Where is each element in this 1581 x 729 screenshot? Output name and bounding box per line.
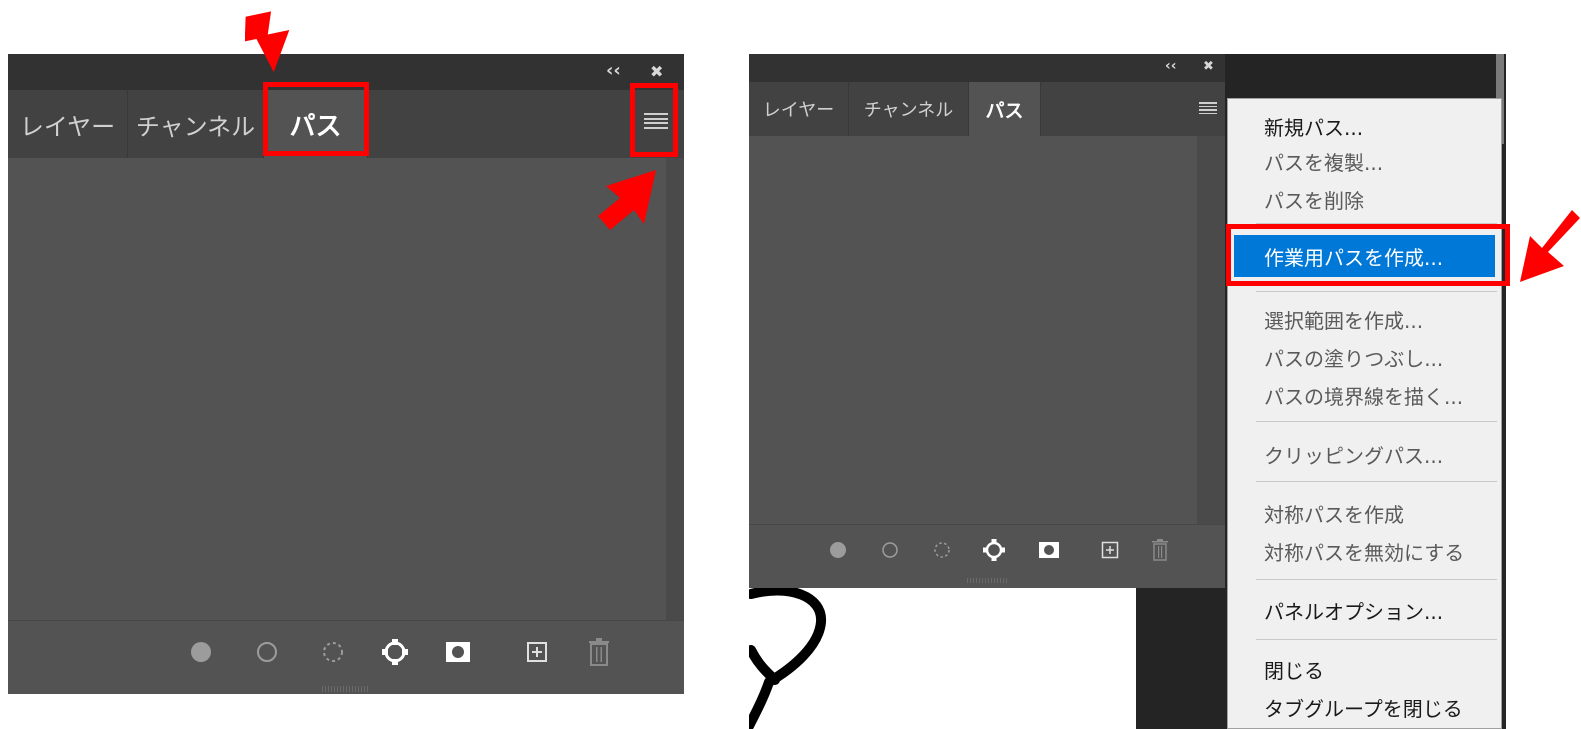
trash-icon[interactable] xyxy=(1149,537,1171,563)
new-path-icon[interactable] xyxy=(1099,539,1121,561)
arrow-down-icon xyxy=(245,11,290,73)
paths-list xyxy=(749,136,1225,524)
close-icon[interactable]: ✖ xyxy=(1203,59,1214,74)
menu-item-make-selection[interactable]: 選択範囲を作成... xyxy=(1228,299,1501,339)
trash-icon[interactable] xyxy=(586,637,612,667)
load-selection-icon[interactable] xyxy=(931,539,953,561)
menu-item-clipping-path[interactable]: クリッピングパス... xyxy=(1228,433,1501,475)
paths-panel-flyout-menu: 新規パス... パスを複製... パスを削除 作業用パスを作成... 選択範囲を… xyxy=(1227,98,1502,729)
collapse-icon[interactable]: ‹‹ xyxy=(1165,58,1177,74)
add-mask-icon[interactable] xyxy=(1037,539,1061,561)
collapse-icon[interactable]: ‹‹ xyxy=(606,60,621,81)
menu-item-close-tab-group[interactable]: タブグループを閉じる xyxy=(1228,687,1501,727)
annotation-box-paths-tab xyxy=(263,82,369,156)
scrollbar[interactable] xyxy=(1197,136,1225,524)
fill-path-icon[interactable] xyxy=(827,539,849,561)
canvas-artwork xyxy=(749,588,826,729)
annotation-box-menu-button xyxy=(630,83,678,157)
menu-item-disable-symmetry[interactable]: 対称パスを無効にする xyxy=(1228,531,1501,571)
fill-path-icon[interactable] xyxy=(188,639,214,665)
menu-separator xyxy=(1256,291,1497,292)
menu-item-make-symmetry-path[interactable]: 対称パスを作成 xyxy=(1228,493,1501,533)
menu-item-fill-path[interactable]: パスの塗りつぶし... xyxy=(1228,337,1501,377)
add-mask-icon[interactable] xyxy=(444,639,472,665)
menu-separator xyxy=(1256,579,1497,580)
menu-item-duplicate-path[interactable]: パスを複製... xyxy=(1228,141,1501,181)
paths-list xyxy=(8,158,684,620)
tab-layers[interactable]: レイヤー xyxy=(8,90,128,158)
paths-panel-right: ‹‹ ✖ レイヤー チャンネル パス xyxy=(749,54,1225,588)
menu-separator xyxy=(1256,481,1497,482)
new-path-icon[interactable] xyxy=(524,639,550,665)
stroke-path-icon[interactable] xyxy=(254,639,280,665)
annotation-box-make-work-path xyxy=(1226,224,1510,286)
scrollbar[interactable] xyxy=(666,158,684,620)
tab-channels[interactable]: チャンネル xyxy=(849,82,969,136)
panel-footer xyxy=(8,620,684,682)
tab-channels[interactable]: チャンネル xyxy=(128,90,264,158)
panel-footer xyxy=(749,524,1225,574)
make-work-path-icon[interactable] xyxy=(981,537,1007,563)
menu-separator xyxy=(1256,421,1497,422)
arrow-up-right-icon xyxy=(598,170,656,230)
panel-titlebar: ‹‹ ✖ xyxy=(749,54,1225,82)
make-work-path-icon[interactable] xyxy=(380,637,410,667)
resize-grip[interactable] xyxy=(967,578,1007,583)
close-icon[interactable]: ✖ xyxy=(650,62,663,81)
tab-layers[interactable]: レイヤー xyxy=(749,82,849,136)
menu-item-stroke-path[interactable]: パスの境界線を描く... xyxy=(1228,375,1501,415)
stroke-path-icon[interactable] xyxy=(879,539,901,561)
panel-tabs: レイヤー チャンネル パス xyxy=(749,82,1225,136)
menu-item-delete-path[interactable]: パスを削除 xyxy=(1228,179,1501,219)
menu-item-panel-options[interactable]: パネルオプション... xyxy=(1228,589,1501,631)
menu-item-close[interactable]: 閉じる xyxy=(1228,649,1501,689)
arrow-down-left-icon xyxy=(1520,210,1580,282)
resize-grip[interactable] xyxy=(322,686,368,692)
panel-menu-icon[interactable] xyxy=(1199,102,1217,114)
load-selection-icon[interactable] xyxy=(320,639,346,665)
menu-separator xyxy=(1256,639,1497,640)
tab-paths[interactable]: パス xyxy=(969,82,1041,136)
